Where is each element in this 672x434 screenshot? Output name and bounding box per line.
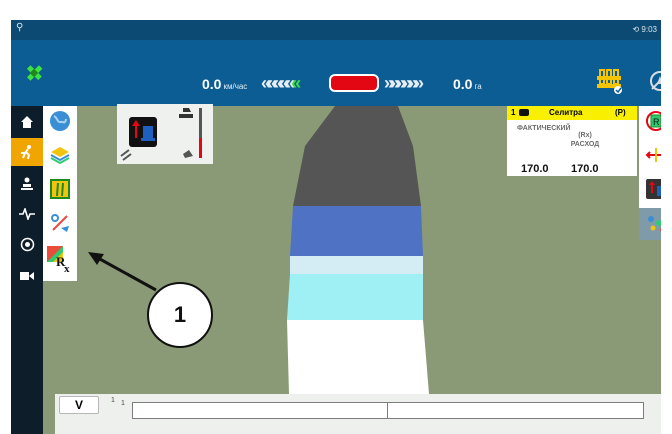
callout-badge: 1: [147, 282, 213, 348]
callout-arrow: [88, 252, 157, 292]
figure-frame: ⚲ ⟲ 9:03 0.0км/час «««««« »»»»»» 0.0га: [0, 0, 672, 434]
